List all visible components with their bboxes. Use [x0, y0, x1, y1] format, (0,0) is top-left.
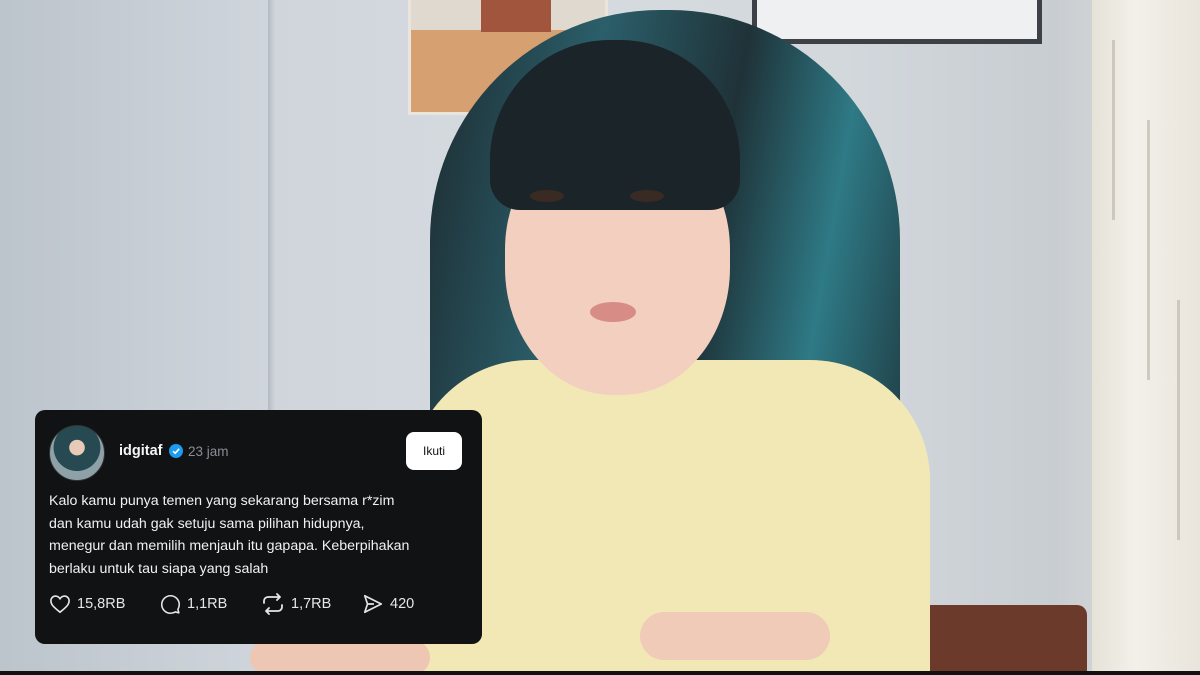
left-eye	[530, 190, 564, 202]
post-time: 23 jam	[188, 444, 229, 459]
wall-frame	[752, 0, 1042, 44]
chair	[915, 605, 1087, 675]
right-eye	[630, 190, 664, 202]
repost-icon	[263, 593, 283, 615]
lips	[590, 302, 636, 322]
reply-button[interactable]: 1,1RB	[160, 593, 227, 615]
bottom-strip	[0, 671, 1200, 675]
arm	[250, 640, 430, 675]
username[interactable]: idgitaf	[119, 443, 163, 459]
post-text-line: dan kamu udah gak setuju sama pilihan hi…	[49, 515, 365, 532]
post-card: idgitaf 23 jam Ikuti Kalo kamu punya tem…	[35, 410, 482, 644]
share-count: 420	[390, 596, 415, 612]
verified-badge-icon	[169, 444, 183, 458]
post-text: Kalo kamu punya temen yang sekarang bers…	[49, 490, 469, 580]
repost-button[interactable]: 1,7RB	[261, 593, 331, 615]
share-button[interactable]: 420	[362, 593, 414, 615]
comment-icon	[160, 594, 181, 614]
repost-count: 1,7RB	[291, 596, 332, 612]
like-count: 15,8RB	[77, 596, 126, 612]
heart-icon	[50, 595, 70, 614]
arm	[640, 612, 830, 660]
post-text-line: menegur dan memilih menjauh itu gapapa. …	[49, 538, 410, 554]
follow-button[interactable]: Ikuti	[406, 432, 462, 470]
send-icon	[363, 594, 383, 614]
curtain	[1092, 0, 1200, 675]
post-text-line: berlaku untuk tau siapa yang salah	[49, 560, 269, 577]
post-text-line: Kalo kamu punya temen yang sekarang bers…	[49, 493, 395, 509]
reply-count: 1,1RB	[187, 596, 228, 612]
like-button[interactable]: 15,8RB	[49, 593, 125, 615]
avatar[interactable]	[49, 425, 105, 481]
